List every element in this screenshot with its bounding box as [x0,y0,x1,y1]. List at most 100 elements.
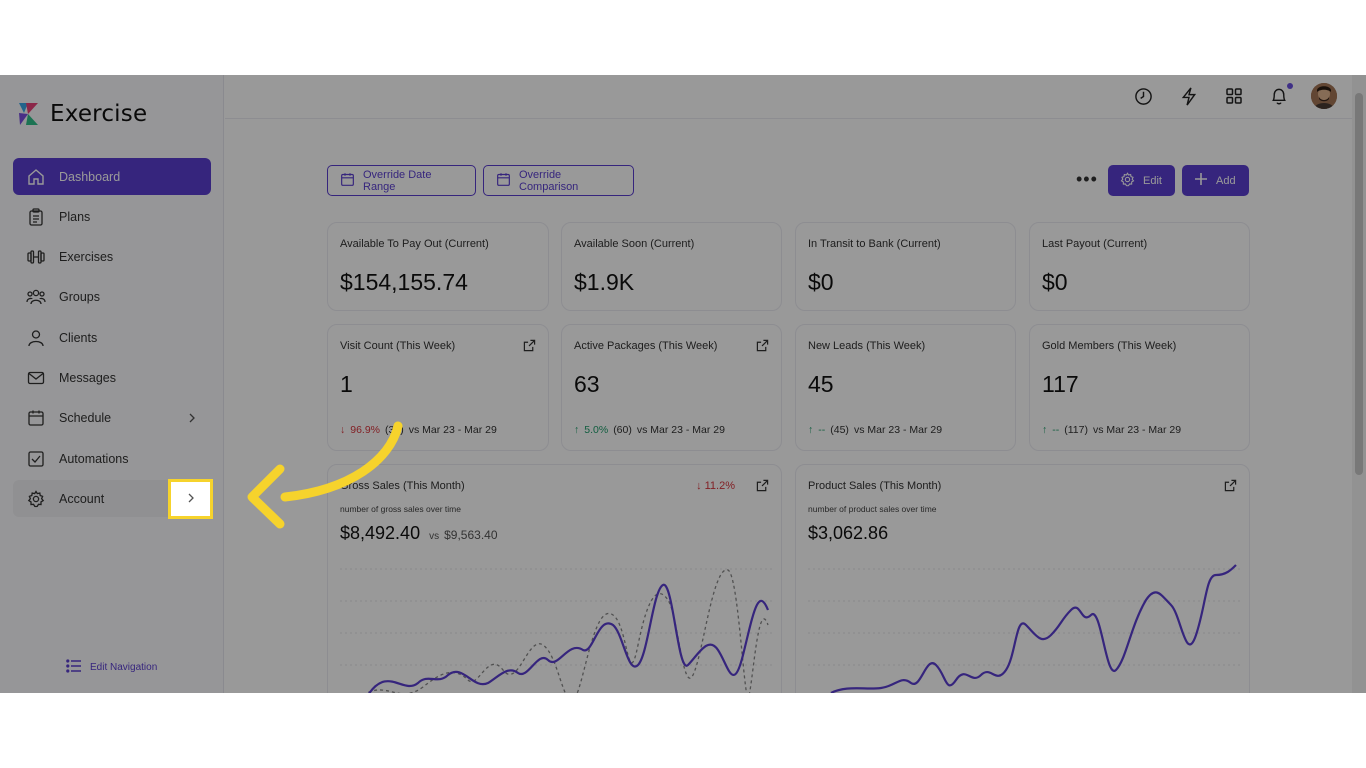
card-label: Available Soon (Current) [574,238,695,250]
avatar[interactable] [1311,83,1337,109]
user-icon [26,328,46,348]
gear-icon [26,489,46,509]
chart-change-percent: 11.2% [704,480,735,492]
sidebar-item-label: Plans [59,209,91,224]
arrow-up-icon: ↑ [808,424,814,436]
card-value: $0 [1042,269,1068,295]
more-options-button[interactable]: ••• [1076,169,1098,190]
stat-card-last-payout[interactable]: Last Payout (Current) $0 [1029,222,1250,311]
calendar-icon [340,172,355,190]
scrollbar-thumb[interactable] [1355,93,1363,475]
sidebar-item-schedule[interactable]: Schedule [13,400,211,437]
calendar-icon [26,408,46,428]
comparison-period: vs Mar 23 - Mar 29 [408,424,497,436]
sidebar-item-messages[interactable]: Messages [13,359,211,396]
previous-value: (60) [613,424,632,436]
sidebar-item-clients[interactable]: Clients [13,319,211,356]
previous-value: (45) [830,424,849,436]
list-icon [66,659,82,676]
sidebar-item-exercises[interactable]: Exercises [13,239,211,276]
chevron-right-icon [186,490,196,508]
external-link-icon[interactable] [523,339,536,357]
change-percent: 5.0% [584,424,609,436]
sidebar-item-dashboard[interactable]: Dashboard [13,158,211,195]
product-sales-chart-card[interactable]: Product Sales (This Month) number of pro… [795,464,1250,693]
logo[interactable]: Exercise [16,101,147,127]
stat-card-active-packages[interactable]: Active Packages (This Week) 63 ↑ 5.0% (6… [561,324,782,451]
comparison-period: vs Mar 23 - Mar 29 [853,424,943,436]
chart-subtitle: number of product sales over time [808,504,937,514]
card-label: Available To Pay Out (Current) [340,238,489,250]
home-icon [26,167,46,187]
card-value: 45 [808,371,834,397]
arrow-up-icon: ↑ [574,424,580,436]
calendar-icon [496,172,511,190]
tutorial-arrow-icon [247,421,403,529]
card-label: Visit Count (This Week) [340,340,456,352]
checkbox-icon [26,449,46,469]
lightning-icon[interactable] [1180,87,1198,111]
account-expand-button[interactable] [168,479,213,519]
edit-navigation-label: Edit Navigation [90,662,158,673]
card-comparison: ↑ 5.0% (60) vs Mar 23 - Mar 29 [574,424,725,436]
card-value: 1 [340,371,353,397]
mail-icon [26,368,46,388]
override-date-range-button[interactable]: Override Date Range [327,165,476,196]
override-comparison-label: Override Comparison [519,168,579,193]
override-comparison-button[interactable]: Override Comparison [483,165,634,196]
external-link-icon[interactable] [756,479,769,497]
sidebar-nav: Dashboard Plans Exercises Groups Clients… [13,158,211,521]
sidebar-item-label: Automations [59,451,129,466]
app-name: Exercise [50,101,148,127]
card-label: New Leads (This Week) [808,340,926,352]
card-value: $154,155.74 [340,269,468,295]
edit-button[interactable]: Edit [1108,165,1175,196]
arrow-down-icon: ↓ [696,480,702,492]
sidebar-item-plans[interactable]: Plans [13,198,211,235]
sidebar-item-label: Dashboard [59,169,121,184]
apps-grid-icon[interactable] [1225,87,1243,110]
stat-card-available-soon[interactable]: Available Soon (Current) $1.9K [561,222,782,311]
stat-card-available-payout[interactable]: Available To Pay Out (Current) $154,155.… [327,222,549,311]
sidebar-item-groups[interactable]: Groups [13,279,211,316]
scrollbar[interactable] [1352,75,1366,693]
chart-compare-value: $9,563.40 [444,528,498,542]
chart-value-row: $3,062.86 [808,523,888,544]
card-label: Active Packages (This Week) [574,340,718,352]
sidebar: Exercise Dashboard Plans Exercises Group… [0,75,224,693]
clock-icon[interactable] [1134,87,1153,111]
gross-sales-line-chart [340,568,773,693]
card-label: In Transit to Bank (Current) [808,238,941,250]
notification-dot [1287,83,1293,89]
override-date-range-label: Override Date Range [363,168,432,193]
sidebar-item-label: Exercises [59,250,114,265]
external-link-icon[interactable] [756,339,769,357]
sidebar-item-label: Messages [59,370,116,385]
gear-icon [1120,171,1135,190]
change-percent: -- [818,424,826,436]
plus-icon [1194,172,1208,189]
card-value: 63 [574,371,600,397]
bell-icon[interactable] [1270,87,1288,111]
add-button[interactable]: Add [1182,165,1249,196]
card-label: Last Payout (Current) [1042,238,1148,250]
sidebar-item-label: Schedule [59,411,112,426]
chevron-right-icon[interactable] [187,412,197,426]
stat-card-new-leads[interactable]: New Leads (This Week) 45 ↑ -- (45) vs Ma… [795,324,1016,451]
sidebar-item-automations[interactable]: Automations [13,440,211,477]
dumbbell-icon [26,247,46,267]
change-percent: -- [1052,424,1060,436]
product-sales-line-chart [808,564,1241,693]
external-link-icon[interactable] [1224,479,1237,497]
stat-card-gold-members[interactable]: Gold Members (This Week) 117 ↑ -- (117) … [1029,324,1250,451]
sidebar-item-label: Account [59,491,105,506]
logo-icon [19,103,38,125]
clipboard-icon [26,207,46,227]
arrow-up-icon: ↑ [1042,424,1048,436]
stat-card-in-transit[interactable]: In Transit to Bank (Current) $0 [795,222,1016,311]
card-comparison: ↑ -- (45) vs Mar 23 - Mar 29 [808,424,942,436]
comparison-period: vs Mar 23 - Mar 29 [1092,424,1182,436]
card-comparison: ↑ -- (117) vs Mar 23 - Mar 29 [1042,424,1181,436]
previous-value: (117) [1064,424,1088,436]
edit-navigation-link[interactable]: Edit Navigation [66,659,157,676]
